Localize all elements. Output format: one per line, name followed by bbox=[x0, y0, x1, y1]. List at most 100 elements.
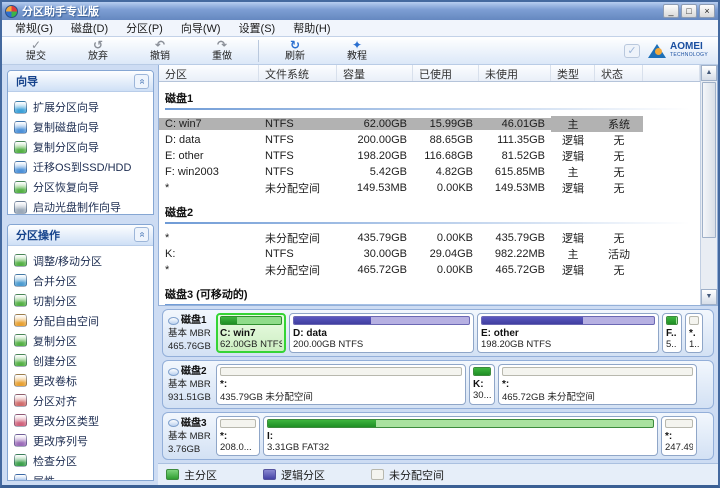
menu-item-4[interactable]: 设置(S) bbox=[230, 19, 285, 37]
toolbar-button-label: 教程 bbox=[347, 51, 367, 62]
toolbar-button-提交[interactable]: ✓提交 bbox=[8, 38, 64, 64]
table-cell: K: bbox=[159, 248, 259, 260]
operation-item-2[interactable]: 切割分区 bbox=[14, 291, 151, 311]
table-cell: 149.53MB bbox=[337, 182, 413, 194]
partition-block[interactable]: *.1.. bbox=[685, 313, 703, 353]
partition-block[interactable]: *:247.49... bbox=[661, 416, 697, 456]
operation-item-1[interactable]: 合并分区 bbox=[14, 271, 151, 291]
operation-item-label: 检查分区 bbox=[33, 453, 77, 469]
wizard-item-5[interactable]: 启动光盘制作向导 bbox=[14, 197, 151, 215]
wizard-item-1[interactable]: 复制磁盘向导 bbox=[14, 117, 151, 137]
column-header-4[interactable]: 未使用 bbox=[479, 65, 551, 81]
disk-type: 基本 MBR bbox=[168, 327, 213, 340]
partition-block[interactable]: K:30... bbox=[469, 364, 495, 404]
operation-item-7[interactable]: 分区对齐 bbox=[14, 391, 151, 411]
register-check-icon[interactable]: ✓ bbox=[624, 44, 640, 58]
menu-item-1[interactable]: 磁盘(D) bbox=[62, 19, 117, 37]
operation-item-label: 属性 bbox=[33, 473, 55, 481]
copy-partition-icon bbox=[14, 334, 27, 347]
table-cell: 0.00KB bbox=[413, 182, 479, 194]
table-cell: 未分配空间 bbox=[259, 180, 337, 196]
legend-bar: 主分区逻辑分区未分配空间 bbox=[158, 463, 718, 485]
operation-item-0[interactable]: 调整/移动分区 bbox=[14, 251, 151, 271]
table-row[interactable]: D: dataNTFS200.00GB88.65GB111.35GB逻辑无 bbox=[159, 132, 700, 148]
table-cell: 0.00KB bbox=[413, 232, 479, 244]
table-row[interactable]: K:NTFS30.00GB29.04GB982.22MB主活动 bbox=[159, 246, 700, 262]
partition-block[interactable]: *:435.79GB 未分配空间 bbox=[216, 364, 466, 404]
table-row[interactable]: F: win2003NTFS5.42GB4.82GB615.85MB主无 bbox=[159, 164, 700, 180]
scroll-up-button[interactable]: ▲ bbox=[701, 65, 717, 81]
brand-sub: TECHNOLOGY bbox=[670, 51, 708, 60]
table-cell: 29.04GB bbox=[413, 248, 479, 260]
toolbar-button-重做[interactable]: ↷重做 bbox=[194, 38, 250, 64]
operation-item-label: 调整/移动分区 bbox=[33, 253, 102, 269]
legend-label: 主分区 bbox=[184, 467, 217, 483]
operations-panel: 分区操作 » 调整/移动分区合并分区切割分区分配自由空间复制分区创建分区更改卷标… bbox=[7, 224, 154, 481]
table-cell: 无 bbox=[595, 148, 643, 164]
partition-block[interactable]: E: other198.20GB NTFS bbox=[477, 313, 659, 353]
minimize-button[interactable]: _ bbox=[663, 4, 679, 18]
table-cell: 主 bbox=[551, 246, 595, 262]
partition-block[interactable]: I:3.31GB FAT32 bbox=[263, 416, 658, 456]
partition-alignment-icon bbox=[14, 394, 27, 407]
column-header-1[interactable]: 文件系统 bbox=[259, 65, 337, 81]
scroll-down-button[interactable]: ▼ bbox=[701, 289, 717, 305]
table-cell: 149.53MB bbox=[479, 182, 551, 194]
operations-collapse-button[interactable]: » bbox=[134, 227, 149, 242]
column-header-5[interactable]: 类型 bbox=[551, 65, 595, 81]
partition-block[interactable]: D: data200.00GB NTFS bbox=[289, 313, 474, 353]
maximize-button[interactable]: □ bbox=[681, 4, 697, 18]
wizard-item-2[interactable]: 复制分区向导 bbox=[14, 137, 151, 157]
table-row[interactable]: *未分配空间149.53MB0.00KB149.53MB逻辑无 bbox=[159, 180, 700, 196]
partition-detail: 62.00GB NTFS bbox=[220, 339, 282, 350]
wizard-item-4[interactable]: 分区恢复向导 bbox=[14, 177, 151, 197]
operation-item-8[interactable]: 更改分区类型 bbox=[14, 411, 151, 431]
column-header-0[interactable]: 分区 bbox=[159, 65, 259, 81]
undo-icon: ↶ bbox=[155, 39, 165, 51]
wizard-item-0[interactable]: 扩展分区向导 bbox=[14, 97, 151, 117]
operation-item-6[interactable]: 更改卷标 bbox=[14, 371, 151, 391]
table-row[interactable]: C: win7NTFS62.00GB15.99GB46.01GB主系统 bbox=[159, 116, 700, 132]
toolbar-button-刷新[interactable]: ↻刷新 bbox=[267, 38, 323, 64]
column-header-3[interactable]: 已使用 bbox=[413, 65, 479, 81]
wizard-item-3[interactable]: 迁移OS到SSD/HDD bbox=[14, 157, 151, 177]
change-partition-type-icon bbox=[14, 414, 27, 427]
column-header-2[interactable]: 容量 bbox=[337, 65, 413, 81]
toolbar-button-撤销[interactable]: ↶撤销 bbox=[132, 38, 188, 64]
menu-item-3[interactable]: 向导(W) bbox=[172, 19, 230, 37]
disk-name-label: 磁盘1 bbox=[181, 314, 207, 327]
table-cell: NTFS bbox=[259, 150, 337, 162]
operation-item-11[interactable]: 属性 bbox=[14, 471, 151, 481]
wizards-collapse-button[interactable]: » bbox=[134, 74, 149, 89]
menu-item-2[interactable]: 分区(P) bbox=[117, 19, 172, 37]
partition-block[interactable]: C: win762.00GB NTFS bbox=[216, 313, 286, 353]
toolbar-button-教程[interactable]: ✦教程 bbox=[329, 38, 385, 64]
operation-item-4[interactable]: 复制分区 bbox=[14, 331, 151, 351]
brand-name: AOMEI bbox=[670, 42, 708, 51]
table-row[interactable]: *未分配空间435.79GB0.00KB435.79GB逻辑无 bbox=[159, 230, 700, 246]
table-row[interactable]: E: otherNTFS198.20GB116.68GB81.52GB逻辑无 bbox=[159, 148, 700, 164]
table-scrollbar[interactable]: ▲ ▼ bbox=[700, 65, 717, 305]
operation-item-3[interactable]: 分配自由空间 bbox=[14, 311, 151, 331]
operation-item-5[interactable]: 创建分区 bbox=[14, 351, 151, 371]
partition-block[interactable]: *:465.72GB 未分配空间 bbox=[498, 364, 697, 404]
partition-block[interactable]: *:208.0... bbox=[216, 416, 260, 456]
toolbar-button-放弃[interactable]: ↺放弃 bbox=[70, 38, 126, 64]
aomei-logo: AOMEI TECHNOLOGY bbox=[648, 42, 708, 60]
app-logo-icon bbox=[5, 5, 18, 18]
table-cell: E: other bbox=[159, 150, 259, 162]
menu-item-5[interactable]: 帮助(H) bbox=[284, 19, 339, 37]
disk-icon bbox=[168, 368, 179, 376]
operation-item-9[interactable]: 更改序列号 bbox=[14, 431, 151, 451]
menu-item-0[interactable]: 常规(G) bbox=[6, 19, 62, 37]
legend-primary-swatch-icon bbox=[166, 469, 179, 480]
partition-detail: 465.72GB 未分配空间 bbox=[502, 389, 693, 402]
disk-icon bbox=[168, 317, 179, 325]
column-header-6[interactable]: 状态 bbox=[595, 65, 643, 81]
operation-item-10[interactable]: 检查分区 bbox=[14, 451, 151, 471]
table-cell: 逻辑 bbox=[551, 262, 595, 278]
table-row[interactable]: *未分配空间465.72GB0.00KB465.72GB逻辑无 bbox=[159, 262, 700, 278]
partition-block[interactable]: F..5.. bbox=[662, 313, 682, 353]
close-button[interactable]: × bbox=[699, 4, 715, 18]
scroll-thumb[interactable] bbox=[702, 82, 716, 238]
